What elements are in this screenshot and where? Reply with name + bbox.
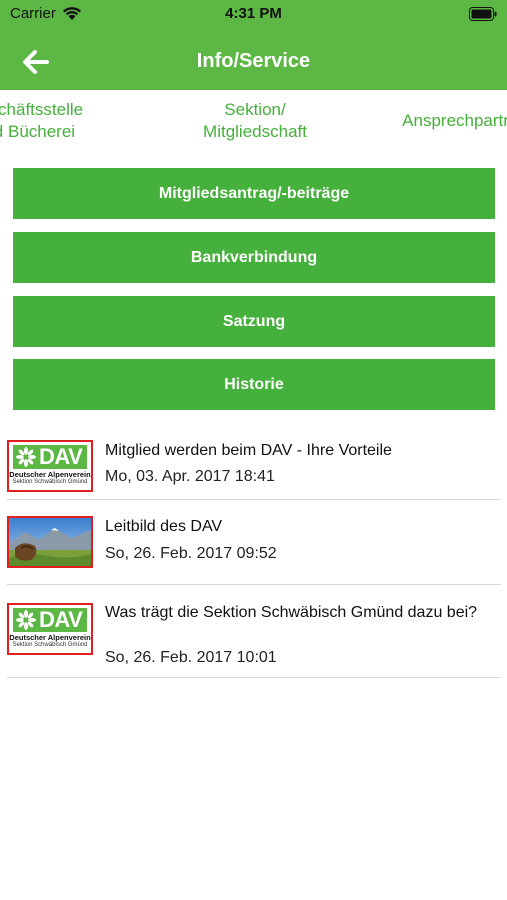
tab-label-line1: Sektion/: [224, 100, 286, 119]
tab-sektion-mitgliedschaft[interactable]: Sektion/ Mitgliedschaft: [170, 90, 340, 152]
historie-button[interactable]: Historie: [13, 359, 495, 410]
mitgliedsantrag-button[interactable]: Mitgliedsantrag/-beiträge: [13, 168, 495, 219]
tab-geschaeftsstelle[interactable]: Geschäftsstelle und Bücherei: [0, 90, 120, 152]
page-title: Info/Service: [196, 50, 311, 72]
status-bar: Carrier 4:31 PM: [0, 0, 507, 32]
dav-logo: DAV Deutscher Alpenverein Sektion Schwäb…: [9, 607, 91, 649]
dav-logo-thumbnail: DAV Deutscher Alpenverein Sektion Schwäb…: [7, 603, 93, 655]
edelweiss-icon: [16, 447, 36, 467]
mountain-photo-thumbnail: [7, 516, 93, 568]
list-item[interactable]: DAV Deutscher Alpenverein Sektion Schwäb…: [7, 585, 501, 678]
list-item[interactable]: Leitbild des DAV So, 26. Feb. 2017 09:52: [7, 500, 501, 585]
tab-ansprechpartner[interactable]: Ansprechpartner: [385, 90, 507, 152]
segment-tabs: Geschäftsstelle und Bücherei Sektion/ Mi…: [0, 90, 507, 152]
news-date: So, 26. Feb. 2017 09:52: [105, 545, 277, 562]
mountain-photo: [9, 518, 91, 566]
clock: 4:31 PM: [225, 5, 282, 22]
tab-label-line2: und Bücherei: [0, 122, 76, 141]
edelweiss-icon: [16, 610, 36, 630]
tab-label-line2: Mitgliedschaft: [203, 122, 307, 141]
news-date: Mo, 03. Apr. 2017 18:41: [105, 468, 275, 485]
list-item[interactable]: DAV Deutscher Alpenverein Sektion Schwäb…: [7, 430, 501, 500]
tab-label-line1: Geschäftsstelle: [0, 100, 84, 119]
news-title: Leitbild des DAV: [105, 518, 223, 535]
battery-icon: [469, 7, 497, 21]
news-date: So, 26. Feb. 2017 10:01: [105, 649, 277, 666]
bankverbindung-button[interactable]: Bankverbindung: [13, 232, 495, 283]
satzung-button[interactable]: Satzung: [13, 296, 495, 347]
dav-logo: DAV Deutscher Alpenverein Sektion Schwäb…: [9, 444, 91, 486]
dav-logo-thumbnail: DAV Deutscher Alpenverein Sektion Schwäb…: [7, 440, 93, 492]
news-title: Mitglied werden beim DAV - Ihre Vorteile: [105, 442, 392, 459]
navigation-bar: Info/Service: [0, 32, 507, 90]
news-title: Was trägt die Sektion Schwäbisch Gmünd d…: [105, 604, 478, 621]
tab-label: Ansprechpartner: [402, 111, 507, 130]
